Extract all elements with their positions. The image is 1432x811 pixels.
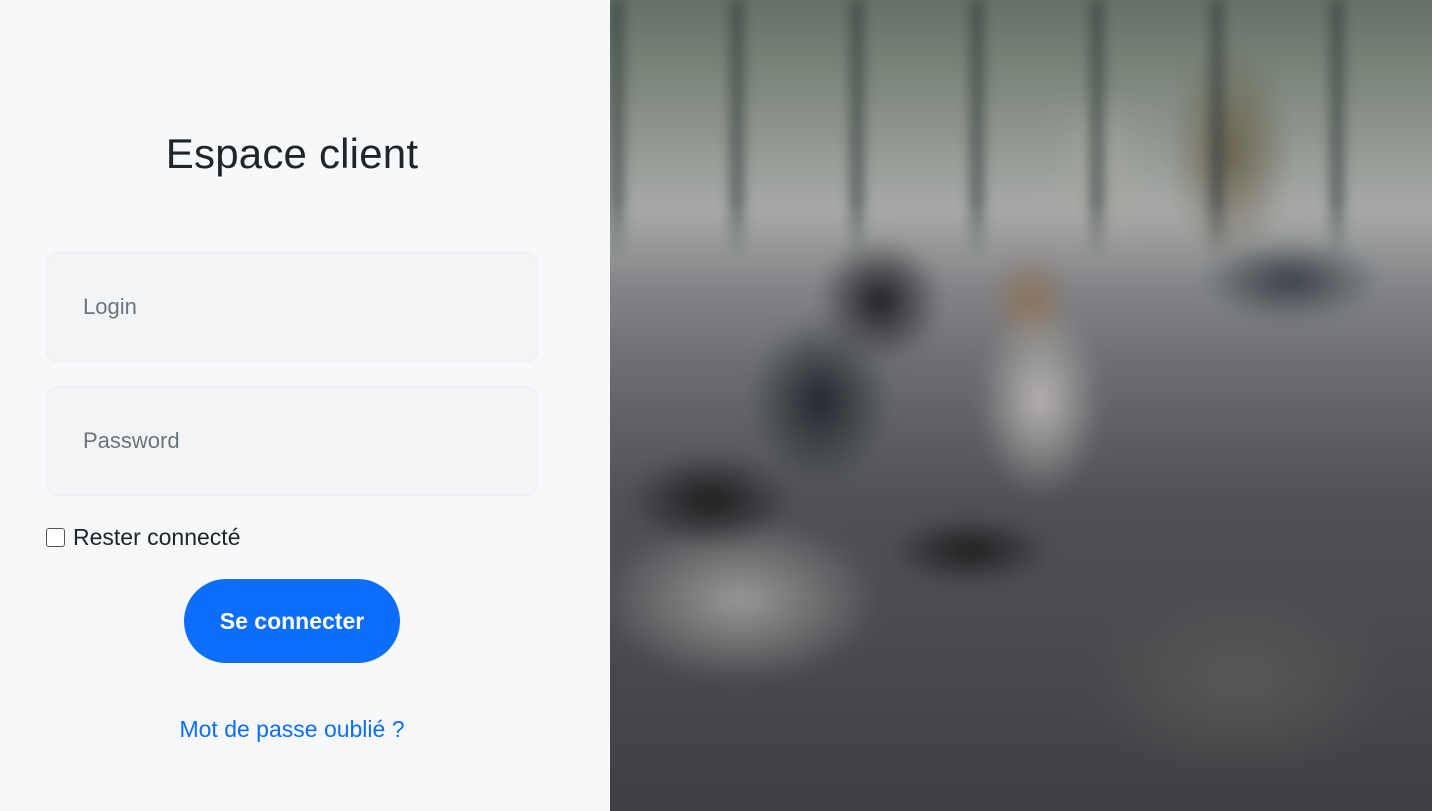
remember-label: Rester connecté [73, 524, 241, 550]
remember-checkbox[interactable] [46, 528, 65, 547]
login-panel: Espace client Rester connecté Se connect… [0, 0, 610, 811]
login-input[interactable] [47, 253, 537, 361]
password-field[interactable] [46, 386, 538, 496]
password-input[interactable] [47, 387, 537, 495]
login-field[interactable] [46, 252, 538, 362]
forgot-password-link[interactable]: Mot de passe oublié ? [0, 716, 584, 743]
remember-me[interactable]: Rester connecté [46, 524, 240, 551]
login-page: Espace client Rester connecté Se connect… [0, 0, 1432, 811]
login-button[interactable]: Se connecter [184, 579, 400, 663]
office-photo [610, 0, 1432, 811]
page-title: Espace client [165, 130, 419, 177]
photo-overlay [610, 0, 1432, 811]
